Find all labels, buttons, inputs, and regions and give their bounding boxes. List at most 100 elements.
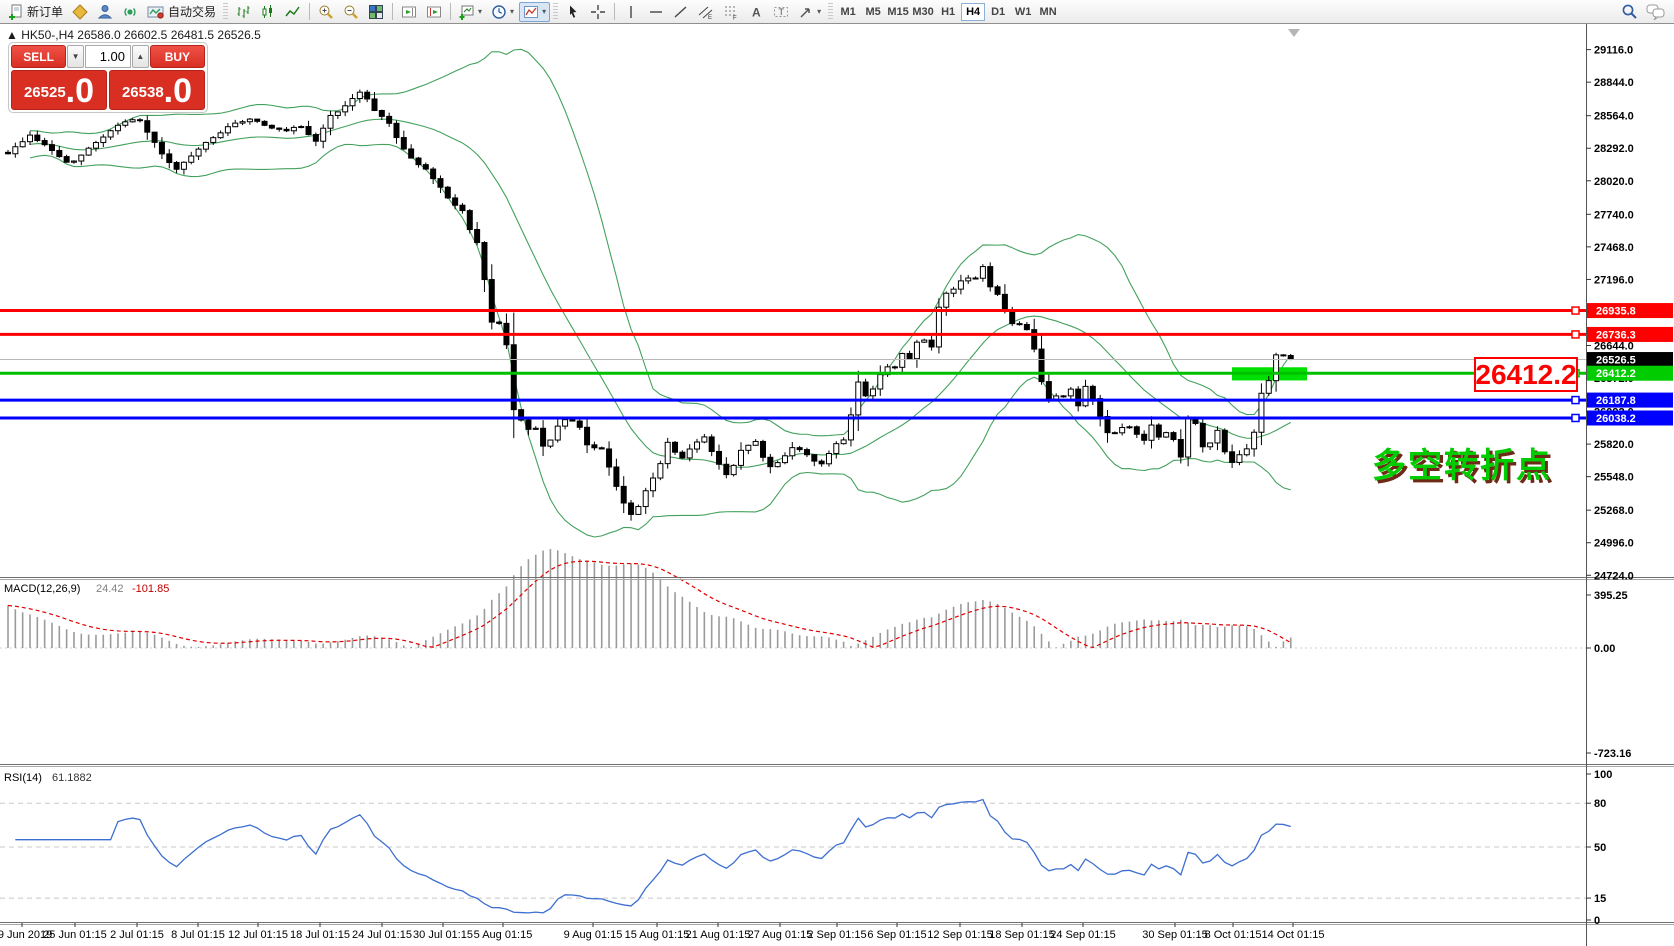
svg-text:27740.0: 27740.0	[1594, 209, 1634, 221]
crosshair-icon	[591, 4, 606, 19]
timeframe-M5[interactable]: M5	[861, 3, 885, 21]
toolbar-grip	[223, 2, 229, 21]
timeframe-M30[interactable]: M30	[911, 3, 935, 21]
bar-chart-type-button[interactable]	[231, 2, 255, 22]
volume-increase-button[interactable]: ▲	[132, 45, 149, 68]
svg-text:5 Aug 01:15: 5 Aug 01:15	[474, 929, 533, 941]
text-label-tool-button[interactable]: T	[769, 2, 793, 22]
horizontal-line-tool-button[interactable]	[644, 2, 668, 22]
svg-text:50: 50	[1594, 842, 1606, 854]
svg-text:A: A	[752, 5, 761, 19]
chart-window: 29116.0 28844.0 28564.0 28292.0 28020.0 27740…	[0, 24, 1674, 946]
timeframe-M15[interactable]: M15	[886, 3, 910, 21]
zoom-in-button[interactable]	[314, 2, 338, 22]
chat-button[interactable]	[1642, 2, 1670, 22]
buy-price-pips: .0	[163, 72, 193, 110]
price-annotation-label[interactable]: 26412.2	[1474, 357, 1578, 392]
auto-trading-button[interactable]: 自动交易	[143, 2, 220, 22]
dropdown-caret-icon: ▾	[510, 7, 515, 16]
tile-windows-button[interactable]	[364, 2, 388, 22]
svg-text:100: 100	[1594, 769, 1612, 781]
svg-text:28292.0: 28292.0	[1594, 143, 1634, 155]
svg-text:25 Jun 01:15: 25 Jun 01:15	[43, 929, 107, 941]
channel-icon: E	[698, 6, 713, 20]
candle-chart-type-button[interactable]	[256, 2, 280, 22]
indicators-icon	[524, 5, 539, 18]
signals-button[interactable]	[118, 2, 142, 22]
buy-button[interactable]: BUY	[149, 45, 205, 68]
chart-shift-marker-icon[interactable]	[1288, 29, 1300, 37]
auto-scroll-icon	[402, 6, 417, 17]
indicators-dropdown[interactable]: ▾	[519, 1, 551, 22]
cursor-button[interactable]	[561, 2, 585, 22]
svg-text:2 Sep 01:15: 2 Sep 01:15	[807, 929, 866, 941]
svg-text:24 Sep 01:15: 24 Sep 01:15	[1050, 929, 1115, 941]
volume-input[interactable]	[85, 45, 131, 68]
sell-price-display[interactable]: 26525.0	[11, 70, 107, 110]
profile-button[interactable]	[93, 2, 117, 22]
svg-text:21 Aug 01:15: 21 Aug 01:15	[686, 929, 751, 941]
timeframe-H4[interactable]: H4	[961, 2, 986, 21]
svg-text:12 Jul 01:15: 12 Jul 01:15	[228, 929, 288, 941]
sell-button[interactable]: SELL	[11, 45, 67, 68]
text-tool-button[interactable]: A	[744, 2, 768, 22]
timeframe-D1[interactable]: D1	[986, 3, 1010, 21]
new-order-label: 新订单	[27, 5, 64, 19]
turning-point-annotation[interactable]: 多空转折点	[1372, 438, 1552, 487]
svg-text:25820.0: 25820.0	[1594, 439, 1634, 451]
timeframe-M1[interactable]: M1	[836, 3, 860, 21]
bar-chart-icon	[237, 5, 250, 18]
fibonacci-tool-button[interactable]: F	[719, 2, 743, 22]
text-icon: A	[752, 5, 761, 19]
svg-text:29116.0: 29116.0	[1594, 45, 1633, 57]
svg-text:0: 0	[1594, 915, 1600, 927]
buy-price-display[interactable]: 26538.0	[109, 70, 205, 110]
new-chart-dropdown[interactable]: ▾	[455, 2, 486, 22]
market-watch-icon	[72, 3, 88, 20]
timeframe-MN[interactable]: MN	[1036, 3, 1060, 21]
chat-icon	[1646, 4, 1665, 20]
svg-text:6 Sep 01:15: 6 Sep 01:15	[867, 929, 926, 941]
svg-text:26412.2: 26412.2	[1596, 368, 1636, 380]
svg-text:26935.8: 26935.8	[1596, 306, 1636, 318]
fibonacci-icon: F	[725, 6, 737, 20]
svg-text:28844.0: 28844.0	[1594, 77, 1634, 89]
vertical-line-tool-button[interactable]	[619, 2, 643, 22]
svg-text:18 Jul 01:15: 18 Jul 01:15	[290, 929, 350, 941]
toolbar-separator	[392, 3, 394, 20]
search-button[interactable]	[1617, 2, 1642, 22]
svg-text:25548.0: 25548.0	[1594, 472, 1634, 484]
search-icon	[1622, 4, 1637, 19]
timeframe-H1[interactable]: H1	[936, 3, 960, 21]
svg-text:30 Jul 01:15: 30 Jul 01:15	[413, 929, 473, 941]
zoom-in-icon	[319, 5, 333, 19]
svg-text:15: 15	[1594, 893, 1606, 905]
svg-text:18 Sep 01:15: 18 Sep 01:15	[989, 929, 1054, 941]
text-label-icon: T	[774, 6, 789, 17]
svg-text:27468.0: 27468.0	[1594, 242, 1634, 254]
new-order-button[interactable]: 新订单	[4, 2, 67, 22]
ohlc-values: 26586.0 26602.5 26481.5 26526.5	[77, 28, 261, 42]
crosshair-button[interactable]	[586, 2, 610, 22]
line-chart-icon	[285, 6, 300, 16]
trendline-tool-button[interactable]	[669, 2, 693, 22]
dropdown-caret-icon: ▾	[478, 7, 483, 16]
chart-shift-button[interactable]	[422, 2, 446, 22]
cursor-icon	[570, 5, 577, 18]
svg-text:25268.0: 25268.0	[1594, 505, 1634, 517]
svg-text:28564.0: 28564.0	[1594, 111, 1634, 123]
channel-tool-button[interactable]: E	[694, 2, 718, 22]
svg-text:26736.3: 26736.3	[1596, 329, 1636, 341]
volume-decrease-button[interactable]: ▼	[67, 45, 84, 68]
candlestick-chart-icon	[262, 4, 273, 18]
timeframe-W1[interactable]: W1	[1011, 3, 1035, 21]
market-watch-button[interactable]	[68, 2, 92, 22]
period-clock-dropdown[interactable]: ▾	[487, 2, 518, 22]
panel-collapse-icon[interactable]: ▲	[6, 28, 18, 42]
line-chart-type-button[interactable]	[281, 2, 305, 22]
arrows-dropdown[interactable]: ▾	[794, 2, 825, 22]
chart-symbol-header: ▲ HK50-,H4 26586.0 26602.5 26481.5 26526…	[6, 28, 261, 42]
new-order-icon	[9, 4, 22, 20]
zoom-out-button[interactable]	[339, 2, 363, 22]
auto-scroll-button[interactable]	[397, 2, 421, 22]
